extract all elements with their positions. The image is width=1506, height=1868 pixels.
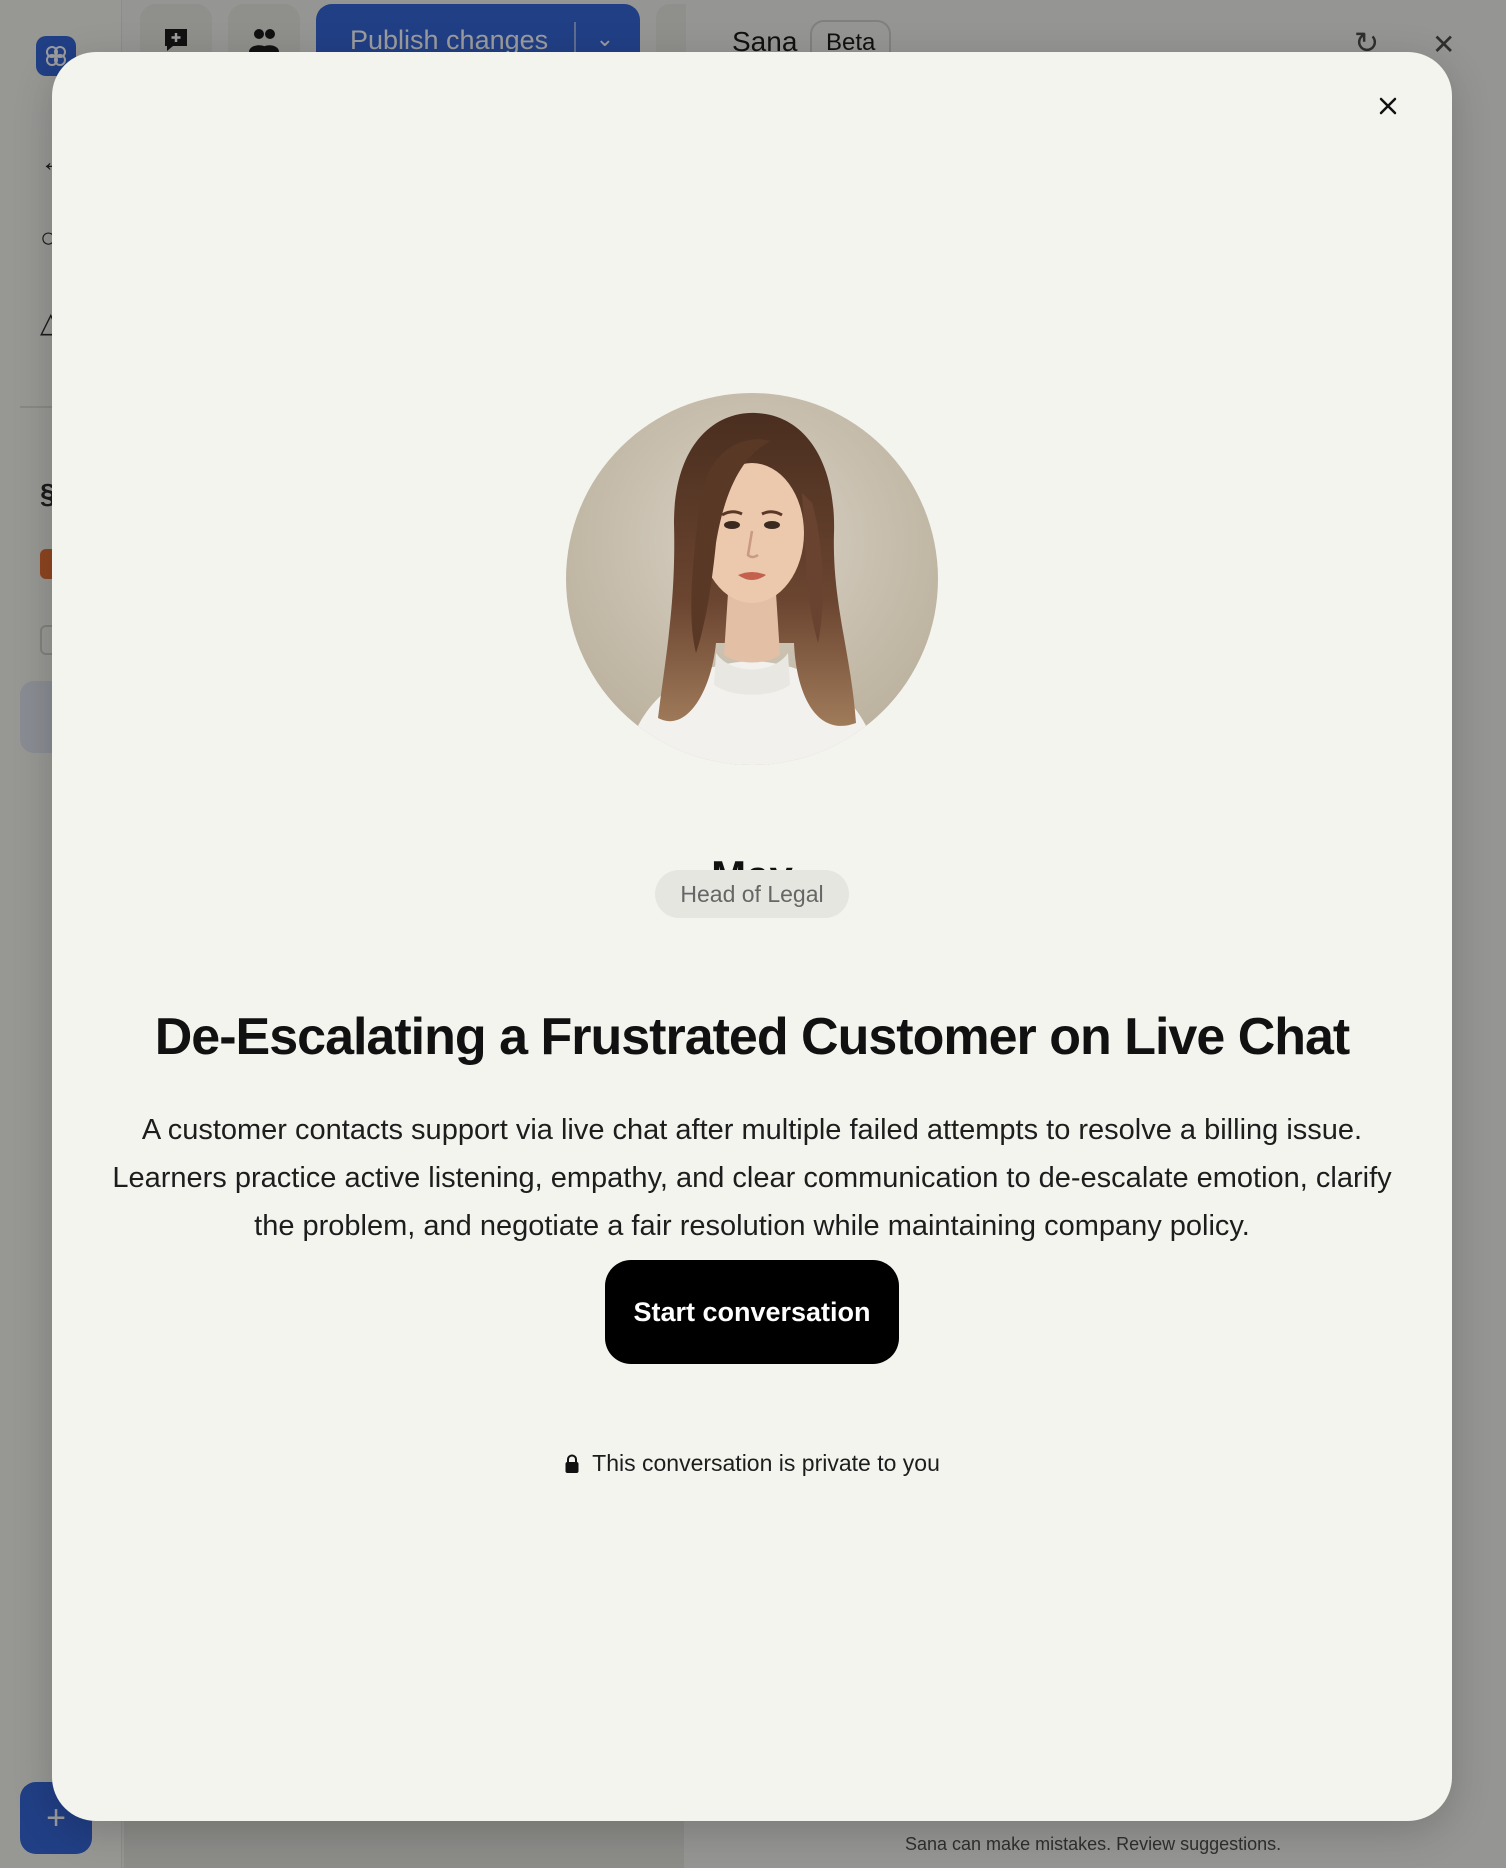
scenario-title: De-Escalating a Frustrated Customer on L… xyxy=(154,1008,1351,1066)
persona-avatar xyxy=(566,393,938,765)
scenario-modal: May Head of Legal De-Escalating a Frustr… xyxy=(52,52,1452,1821)
lock-icon xyxy=(565,1453,579,1473)
close-button[interactable] xyxy=(1364,82,1412,130)
start-conversation-button[interactable]: Start conversation xyxy=(605,1260,899,1364)
close-icon xyxy=(1379,97,1397,115)
privacy-note: This conversation is private to you xyxy=(52,1450,1452,1477)
portrait-photo xyxy=(626,412,878,765)
persona-role-badge: Head of Legal xyxy=(655,870,849,918)
privacy-text: This conversation is private to you xyxy=(592,1450,940,1476)
scenario-description: A customer contacts support via live cha… xyxy=(112,1114,1392,1242)
